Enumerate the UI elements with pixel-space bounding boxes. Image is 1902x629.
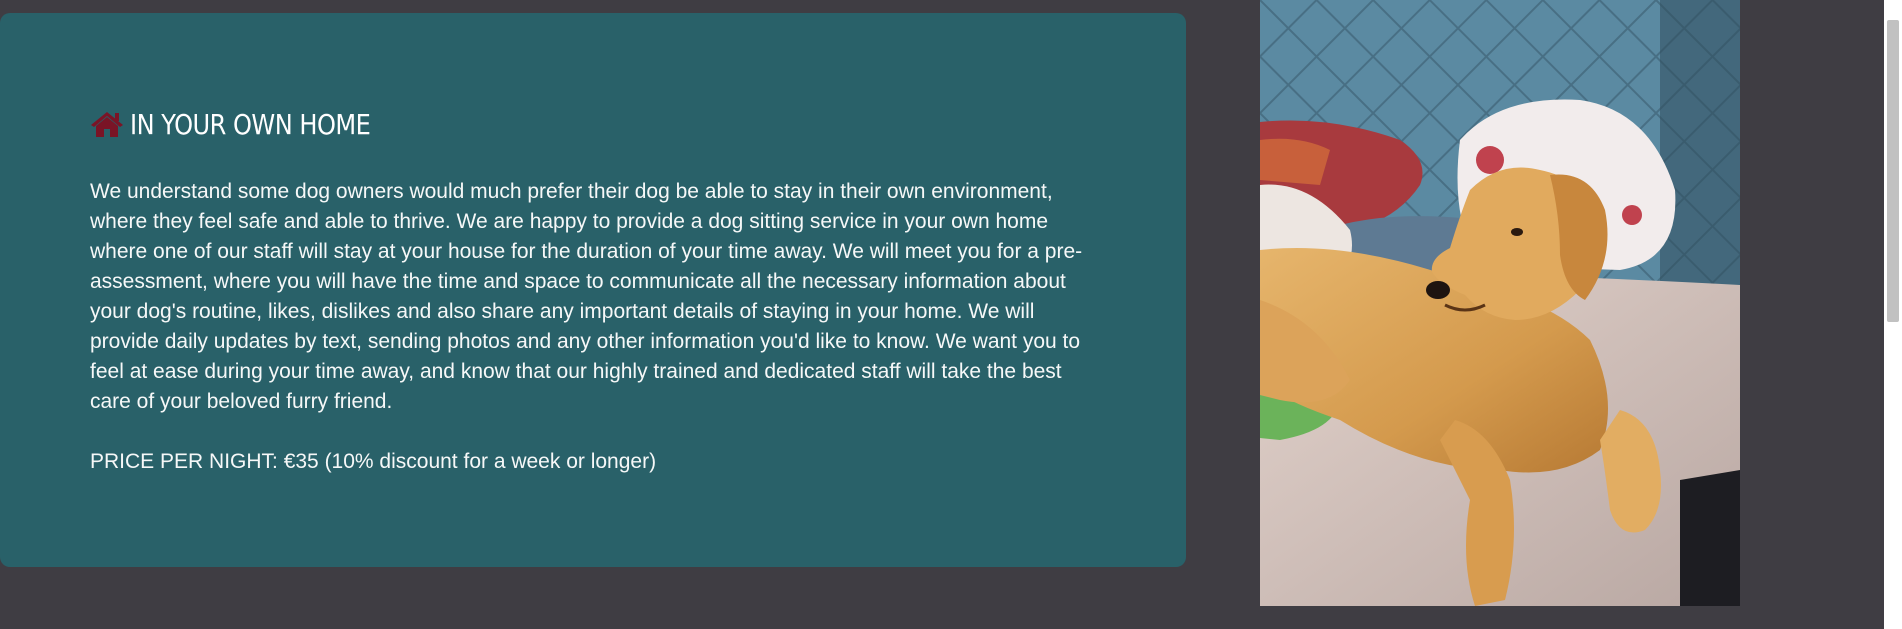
dog-photo — [1260, 0, 1740, 606]
scrollbar-thumb[interactable] — [1887, 20, 1899, 322]
section-heading: IN YOUR OWN HOME — [90, 107, 1096, 141]
section-description: We understand some dog owners would much… — [90, 180, 1083, 413]
vertical-scrollbar[interactable] — [1884, 0, 1902, 629]
page: IN YOUR OWN HOME We understand some dog … — [0, 0, 1902, 629]
section-title: IN YOUR OWN HOME — [130, 107, 371, 141]
home-sitting-card: IN YOUR OWN HOME We understand some dog … — [0, 13, 1186, 567]
house-icon — [90, 110, 130, 138]
price-per-night: PRICE PER NIGHT: €35 (10% discount for a… — [90, 450, 657, 473]
